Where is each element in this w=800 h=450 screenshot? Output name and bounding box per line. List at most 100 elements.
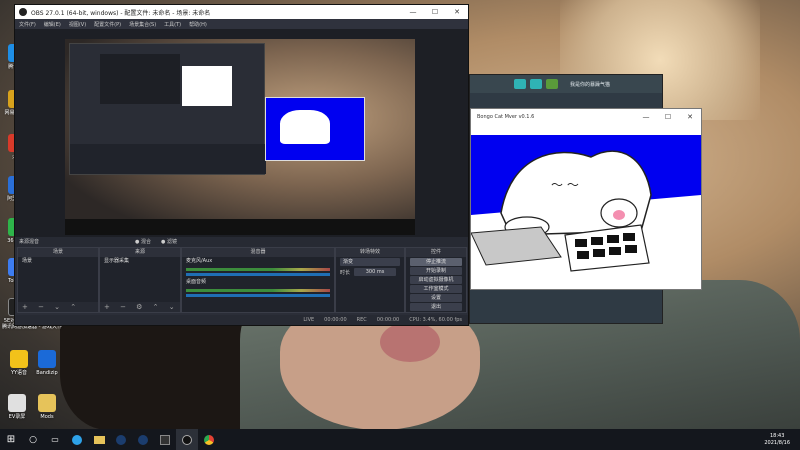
taskbar-clock[interactable]: 18:43 2021/8/16 xyxy=(764,433,800,447)
bongo-cat-illustration: 〜 〜 xyxy=(471,150,701,289)
chat-tab-icon[interactable] xyxy=(514,79,526,89)
maximize-icon[interactable]: ☐ xyxy=(424,8,446,16)
svg-text:〜 〜: 〜 〜 xyxy=(551,178,579,192)
taskbar-app-obs[interactable] xyxy=(176,429,198,450)
bongo-cat-window-controls: — ☐ ✕ xyxy=(635,113,701,121)
scenes-panel: 场景 场景 + − ⌄ ⌃ xyxy=(17,247,99,313)
preview-scene xyxy=(65,39,415,235)
recorder-icon xyxy=(8,394,26,412)
stop-streaming-button[interactable]: 停止推流 xyxy=(410,258,462,266)
taskbar: ⊞ ○ ▭ 18:43 2021/8/16 xyxy=(0,429,800,450)
scene-list-item[interactable]: 场景 xyxy=(18,257,98,266)
steam-icon xyxy=(116,434,126,445)
desktop-icon-ev[interactable]: EV录屏 xyxy=(0,394,34,420)
clock-date: 2021/8/16 xyxy=(764,439,790,446)
mixer-volume-slider[interactable] xyxy=(186,294,330,297)
close-icon[interactable]: ✕ xyxy=(446,8,468,16)
start-recording-button[interactable]: 开始录制 xyxy=(410,267,462,275)
folder-icon xyxy=(38,394,56,412)
scenes-panel-toolbar[interactable]: + − ⌄ ⌃ xyxy=(18,302,98,312)
obs-window[interactable]: OBS 27.0.1 (64-bit, windows) - 配置文件: 未命名… xyxy=(14,4,469,326)
live-label: LIVE xyxy=(303,317,315,323)
obs-logo-icon xyxy=(19,8,27,16)
preview-cat-shape xyxy=(280,110,330,144)
folder-icon xyxy=(93,435,105,444)
mixer-volume-slider[interactable] xyxy=(186,273,330,276)
sources-panel-toolbar[interactable]: + − ⚙ ⌃ ⌄ xyxy=(100,302,180,312)
search-button[interactable]: ○ xyxy=(22,429,44,450)
mixer-meter xyxy=(186,289,330,292)
taskbar-app[interactable] xyxy=(110,429,132,450)
obs-title: OBS 27.0.1 (64-bit, windows) - 配置文件: 未命名… xyxy=(31,9,211,17)
menu-view[interactable]: 视图(V) xyxy=(69,21,86,28)
clock-time: 18:43 xyxy=(769,432,785,439)
live-time: 00:00:00 xyxy=(324,317,347,323)
sources-panel: 来源 显示器采集 + − ⚙ ⌃ ⌄ xyxy=(99,247,181,313)
bongo-cat-titlebar: Bongo Cat Mver v0.1.6 — ☐ ✕ xyxy=(471,109,701,125)
task-view-button[interactable]: ▭ xyxy=(44,429,66,450)
studio-mode-button[interactable]: 工作室模式 xyxy=(410,285,462,293)
desktop-icon-bandizip[interactable]: Bandizip xyxy=(30,350,64,376)
obs-icon xyxy=(182,434,192,445)
background-lips xyxy=(380,322,440,362)
minimize-icon[interactable]: — xyxy=(402,8,424,16)
obs-statusbar: LIVE 00:00:00 REC 00:00:00 CPU: 3.4%, 60… xyxy=(15,315,468,325)
windows-icon: ⊞ xyxy=(6,434,16,445)
mixer-panel-title: 混音器 xyxy=(182,248,334,257)
exit-button[interactable]: 退出 xyxy=(410,303,462,311)
mixer-channel-label: 麦克风/Aux xyxy=(186,258,213,264)
menu-tools[interactable]: 工具(T) xyxy=(164,21,181,28)
browser-icon xyxy=(72,434,82,445)
minimize-icon[interactable]: — xyxy=(635,113,657,121)
transitions-panel-title: 转场特效 xyxy=(336,248,404,257)
cpu-fps: CPU: 3.4%, 60.00 fps xyxy=(409,317,462,323)
menu-edit[interactable]: 编辑(E) xyxy=(44,21,61,28)
yy-icon xyxy=(10,350,28,368)
controls-panel: 控件 停止推流 开始录制 启动虚拟摄像机 工作室模式 设置 退出 xyxy=(405,247,467,313)
start-button[interactable]: ⊞ xyxy=(0,429,22,450)
taskbar-app[interactable] xyxy=(88,429,110,450)
duration-label: 时长 xyxy=(340,269,351,276)
menu-help[interactable]: 帮助(H) xyxy=(189,21,207,28)
obs-window-controls: — ☐ ✕ xyxy=(402,8,468,16)
preview-cat-thumb xyxy=(265,97,365,161)
menu-profile[interactable]: 配置文件(P) xyxy=(94,21,121,28)
close-icon[interactable]: ✕ xyxy=(679,113,701,121)
taskbar-app[interactable] xyxy=(132,429,154,450)
controls-panel-title: 控件 xyxy=(406,248,466,257)
maximize-icon[interactable]: ☐ xyxy=(657,113,679,121)
taskbar-app[interactable] xyxy=(154,429,176,450)
menu-scene-collection[interactable]: 场景集合(S) xyxy=(129,21,156,28)
obs-preview-canvas[interactable] xyxy=(15,29,468,237)
dock-header-label: 来源混音 xyxy=(19,239,40,245)
virtual-camera-button[interactable]: 启动虚拟摄像机 xyxy=(410,276,462,284)
sources-panel-title: 来源 xyxy=(100,248,180,257)
settings-button[interactable]: 设置 xyxy=(410,294,462,302)
taskbar-app[interactable] xyxy=(198,429,220,450)
obs-dock-header: 来源混音 ● 混合 ● 滤镜 xyxy=(15,237,468,247)
mixer-meter xyxy=(186,268,330,271)
taskbar-app[interactable] xyxy=(66,429,88,450)
mixer-panel: 混音器 麦克风/Aux 桌面音频 xyxy=(181,247,335,313)
chat-tab-icon[interactable] xyxy=(546,79,558,89)
mixer-channel-label: 桌面音频 xyxy=(186,279,207,285)
chrome-icon xyxy=(204,434,214,445)
steam-icon xyxy=(138,434,148,445)
duration-input[interactable]: 300 ms xyxy=(354,268,396,276)
menu-file[interactable]: 文件(F) xyxy=(19,21,36,28)
transitions-panel: 转场特效 渐变 时长 300 ms xyxy=(335,247,405,313)
preview-mode-button[interactable]: ● 混合 xyxy=(135,237,151,247)
scenes-panel-title: 场景 xyxy=(18,248,98,257)
obs-menubar: 文件(F) 编辑(E) 视图(V) 配置文件(P) 场景集合(S) 工具(T) … xyxy=(15,19,468,29)
zip-icon xyxy=(38,350,56,368)
chat-tab-icon[interactable] xyxy=(530,79,542,89)
chat-app-header: 我是你的暴躁气猫 xyxy=(470,75,662,93)
preview-filter-button[interactable]: ● 滤镜 xyxy=(161,237,177,247)
bongo-cat-title: Bongo Cat Mver v0.1.6 xyxy=(477,114,535,120)
bongo-cat-window[interactable]: Bongo Cat Mver v0.1.6 — ☐ ✕ 〜 〜 xyxy=(470,108,702,290)
task-view-icon: ▭ xyxy=(51,435,59,444)
transition-select[interactable]: 渐变 xyxy=(340,258,400,266)
desktop-icon-mods[interactable]: Mods xyxy=(30,394,64,420)
source-list-item[interactable]: 显示器采集 xyxy=(100,257,180,266)
rec-label: REC xyxy=(356,317,367,323)
